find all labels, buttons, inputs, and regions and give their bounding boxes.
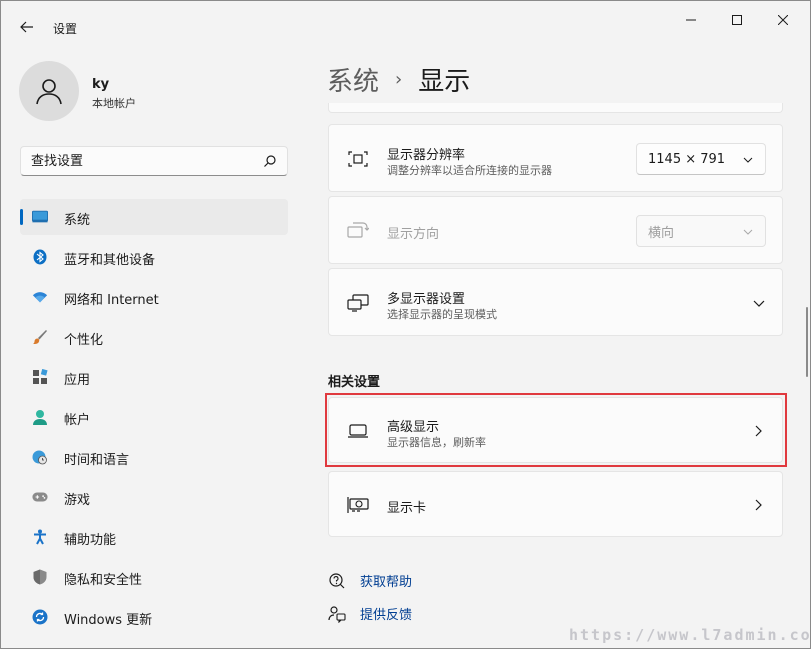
multi-monitor-icon — [347, 292, 369, 314]
sidebar-item-windows-update[interactable]: Windows 更新 — [20, 599, 288, 635]
multi-display-card[interactable]: 多显示器设置 选择显示器的呈现模式 — [328, 268, 783, 336]
sidebar-item-system[interactable]: 系统 — [20, 199, 288, 235]
highlight-box — [325, 393, 787, 467]
sidebar-item-label: 帐户 — [64, 413, 91, 428]
app-title: 设置 — [53, 22, 78, 36]
sidebar-item-accounts[interactable]: 帐户 — [20, 399, 288, 435]
sidebar-item-label: 网络和 Internet — [64, 293, 159, 308]
monitor-icon — [32, 209, 48, 225]
sidebar-item-time-language[interactable]: 时间和语言 — [20, 439, 288, 475]
back-button[interactable] — [15, 15, 39, 39]
orientation-card: 显示方向 横向 — [328, 196, 783, 264]
minimize-icon — [686, 19, 696, 21]
chevron-right-icon — [755, 499, 762, 511]
sidebar-item-bluetooth[interactable]: 蓝牙和其他设备 — [20, 239, 288, 275]
get-help-label[interactable]: 获取帮助 — [360, 571, 412, 590]
sidebar-item-label: 系统 — [64, 213, 91, 228]
sidebar-nav: 系统 蓝牙和其他设备 网络和 Internet 个性化 应用 帐户 时间和语言 … — [20, 199, 288, 639]
account-type: 本地帐户 — [92, 97, 136, 110]
search-input[interactable] — [31, 152, 251, 170]
chevron-down-icon — [743, 229, 753, 235]
orientation-value: 横向 — [648, 225, 675, 241]
avatar[interactable] — [19, 61, 79, 121]
watermark: https://www.l7admin.co — [569, 626, 809, 644]
close-icon — [778, 15, 788, 25]
maximize-icon — [732, 15, 742, 25]
sidebar-item-apps[interactable]: 应用 — [20, 359, 288, 395]
sidebar-item-accessibility[interactable]: 辅助功能 — [20, 519, 288, 555]
graphics-title: 显示卡 — [387, 501, 427, 516]
wifi-icon — [32, 289, 48, 305]
sidebar-item-label: 辅助功能 — [64, 533, 117, 548]
search-box[interactable] — [20, 146, 288, 176]
accessibility-icon — [32, 529, 48, 545]
bluetooth-icon — [32, 249, 48, 265]
sidebar-item-network[interactable]: 网络和 Internet — [20, 279, 288, 315]
breadcrumb-separator: › — [395, 69, 403, 90]
graphics-card[interactable]: 显示卡 — [328, 471, 783, 537]
sidebar-item-label: 隐私和安全性 — [64, 573, 143, 588]
sidebar-item-label: 个性化 — [64, 333, 104, 348]
resolution-title: 显示器分辨率 — [387, 148, 466, 163]
sidebar-item-label: 应用 — [64, 373, 91, 388]
breadcrumb-parent[interactable]: 系统 — [327, 61, 379, 98]
resolution-dropdown[interactable]: 1145 × 791 — [636, 143, 766, 175]
multi-display-title: 多显示器设置 — [387, 292, 466, 307]
back-arrow-icon — [20, 21, 33, 33]
apps-icon — [32, 369, 48, 385]
search-icon[interactable] — [263, 154, 277, 168]
breadcrumb: 系统 › 显示 — [327, 61, 470, 98]
user-name: ky — [92, 77, 110, 92]
feedback-label[interactable]: 提供反馈 — [360, 604, 412, 623]
page-title: 显示 — [418, 67, 471, 97]
person-icon — [32, 409, 48, 425]
sidebar-item-privacy[interactable]: 隐私和安全性 — [20, 559, 288, 595]
scrollbar[interactable] — [806, 307, 808, 377]
sidebar-item-label: 游戏 — [64, 493, 91, 508]
help-icon — [328, 572, 346, 590]
multi-display-subtitle: 选择显示器的呈现模式 — [387, 308, 497, 321]
chevron-down-icon[interactable] — [752, 296, 766, 310]
sidebar-item-gaming[interactable]: 游戏 — [20, 479, 288, 515]
sidebar-item-label: 时间和语言 — [64, 453, 130, 468]
feedback-link[interactable]: 提供反馈 — [328, 604, 412, 623]
resolution-subtitle: 调整分辨率以适合所连接的显示器 — [387, 164, 552, 177]
sidebar-item-personalization[interactable]: 个性化 — [20, 319, 288, 355]
title-bar: 设置 — [1, 1, 810, 47]
graphics-card-icon — [347, 494, 369, 516]
chevron-down-icon — [743, 157, 753, 163]
related-settings-heading: 相关设置 — [328, 375, 381, 390]
close-button[interactable] — [768, 9, 798, 31]
maximize-button[interactable] — [722, 9, 752, 31]
update-icon — [32, 609, 48, 625]
orientation-icon — [347, 220, 369, 242]
orientation-dropdown[interactable]: 横向 — [636, 215, 766, 247]
resolution-icon — [347, 148, 369, 170]
resolution-card: 显示器分辨率 调整分辨率以适合所连接的显示器 1145 × 791 — [328, 124, 783, 192]
sidebar: ky 本地帐户 系统 蓝牙和其他设备 网络和 Internet — [1, 47, 305, 647]
feedback-icon — [328, 605, 346, 623]
shield-icon — [32, 569, 48, 585]
sidebar-item-label: Windows 更新 — [64, 613, 153, 628]
orientation-title: 显示方向 — [387, 227, 440, 242]
main-content: 系统 › 显示 显示器分辨率 调整分辨率以适合所连接的显示器 1145 × 79… — [305, 47, 810, 647]
person-icon — [36, 79, 62, 105]
resolution-value: 1145 × 791 — [648, 151, 726, 167]
gamepad-icon — [32, 489, 48, 505]
sidebar-item-label: 蓝牙和其他设备 — [64, 253, 156, 268]
previous-setting-card — [328, 103, 783, 113]
get-help-link[interactable]: 获取帮助 — [328, 571, 412, 590]
brush-icon — [32, 329, 48, 345]
minimize-button[interactable] — [676, 9, 706, 31]
globe-clock-icon — [32, 449, 48, 465]
